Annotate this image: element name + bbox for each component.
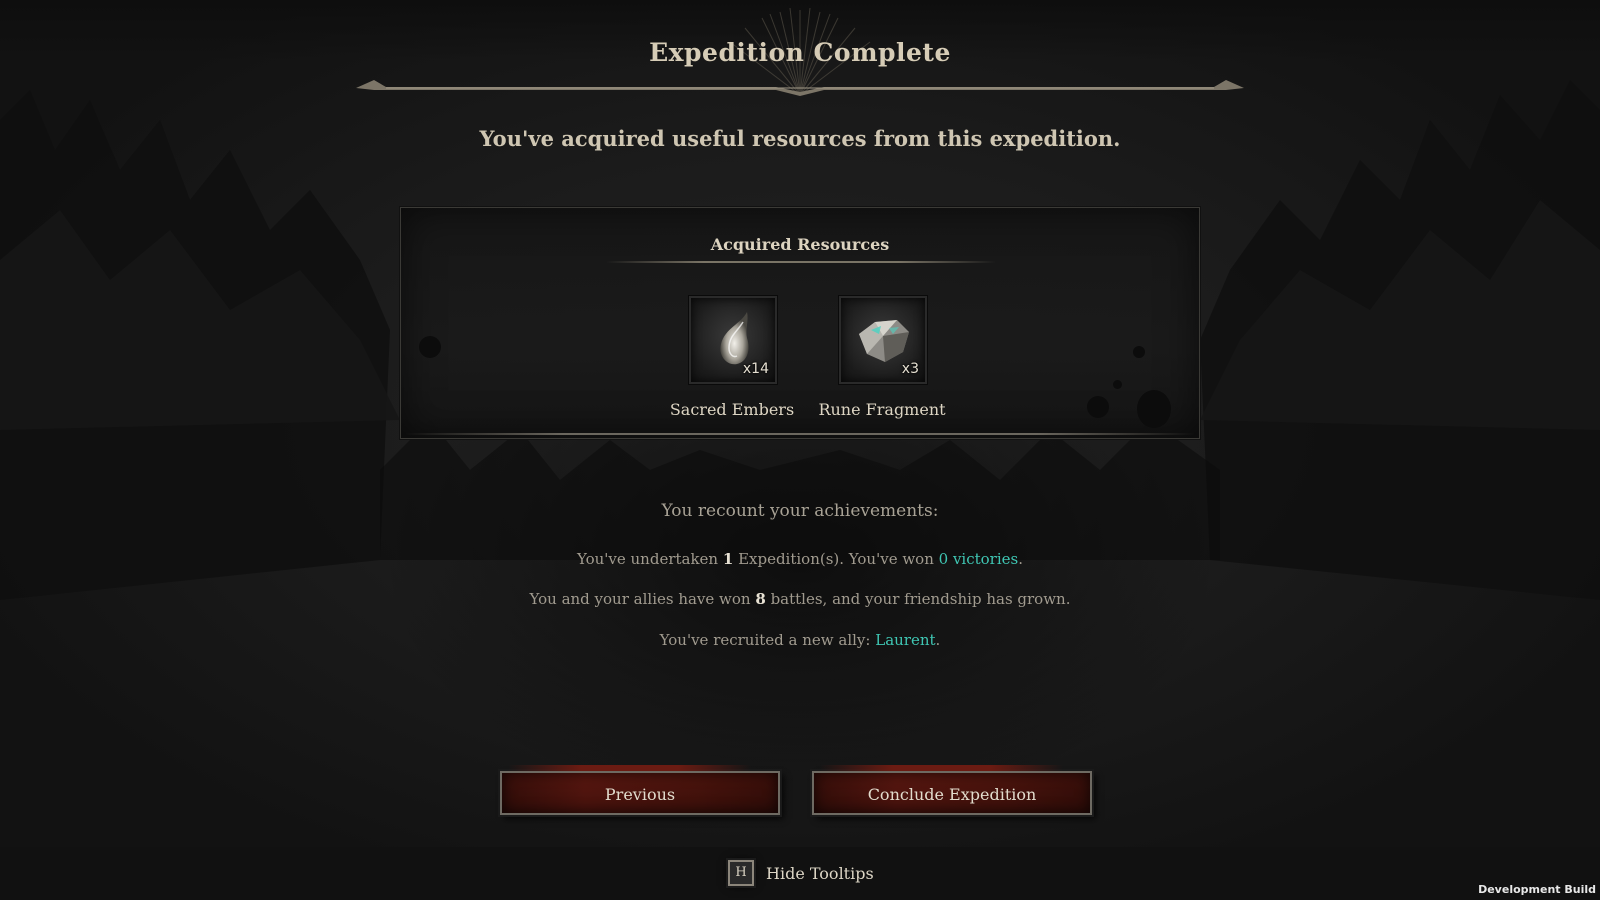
previous-button[interactable]: Previous bbox=[500, 765, 780, 815]
achievement-text: You've recruited a new ally: bbox=[659, 631, 876, 649]
expedition-count: 1 bbox=[722, 550, 734, 568]
achievement-text: You've undertaken bbox=[576, 550, 723, 568]
acquired-resources-panel: Acquired Resources x14 Sacred Embers x3 … bbox=[400, 207, 1200, 439]
achievement-text: . bbox=[1018, 550, 1024, 568]
resource-count: x3 bbox=[901, 361, 919, 377]
achievement-text: Expedition(s). You've won bbox=[733, 550, 939, 568]
resource-item-rune-fragment[interactable]: x3 Rune Fragment bbox=[807, 296, 957, 426]
title-divider-ornament bbox=[356, 80, 1244, 96]
resources-heading-divider bbox=[606, 261, 996, 263]
achievement-text: You and your allies have won bbox=[529, 590, 756, 608]
victories-count: 0 victories bbox=[938, 550, 1019, 568]
achievements-heading: You recount your achievements: bbox=[661, 501, 939, 521]
ink-splatter bbox=[1087, 396, 1109, 418]
ink-splatter bbox=[419, 336, 441, 358]
page-subtitle: You've acquired useful resources from th… bbox=[479, 126, 1121, 151]
battles-count: 8 bbox=[755, 590, 766, 608]
resource-item-sacred-embers[interactable]: x14 Sacred Embers bbox=[657, 296, 807, 426]
ink-splatter bbox=[1113, 380, 1122, 389]
page-title: Expedition Complete bbox=[649, 38, 951, 67]
achievement-expeditions: You've undertaken 1 Expedition(s). You'v… bbox=[0, 550, 1600, 568]
ally-name: Laurent bbox=[875, 631, 936, 649]
achievement-text: battles, and your friendship has grown. bbox=[765, 590, 1071, 608]
achievement-battles: You and your allies have won 8 battles, … bbox=[0, 590, 1600, 608]
hotkey-h-icon: H bbox=[728, 860, 754, 886]
resource-slot[interactable]: x14 bbox=[689, 296, 777, 384]
ink-splatter bbox=[1137, 390, 1171, 428]
hide-tooltips-toggle[interactable]: H Hide Tooltips bbox=[728, 856, 874, 890]
achievement-text: . bbox=[935, 631, 941, 649]
hide-tooltips-label: Hide Tooltips bbox=[766, 863, 874, 883]
development-build-label: Development Build bbox=[1478, 883, 1596, 896]
conclude-expedition-button[interactable]: Conclude Expedition bbox=[812, 765, 1092, 815]
resource-count: x14 bbox=[742, 361, 769, 377]
achievement-ally: You've recruited a new ally: Laurent. bbox=[0, 631, 1600, 649]
ink-splatter bbox=[1133, 346, 1145, 358]
expedition-complete-screen: Expedition Complete You've acquired usef… bbox=[0, 0, 1600, 900]
resource-slot[interactable]: x3 bbox=[839, 296, 927, 384]
resources-heading: Acquired Resources bbox=[710, 235, 890, 254]
resource-name: Rune Fragment bbox=[818, 400, 946, 419]
